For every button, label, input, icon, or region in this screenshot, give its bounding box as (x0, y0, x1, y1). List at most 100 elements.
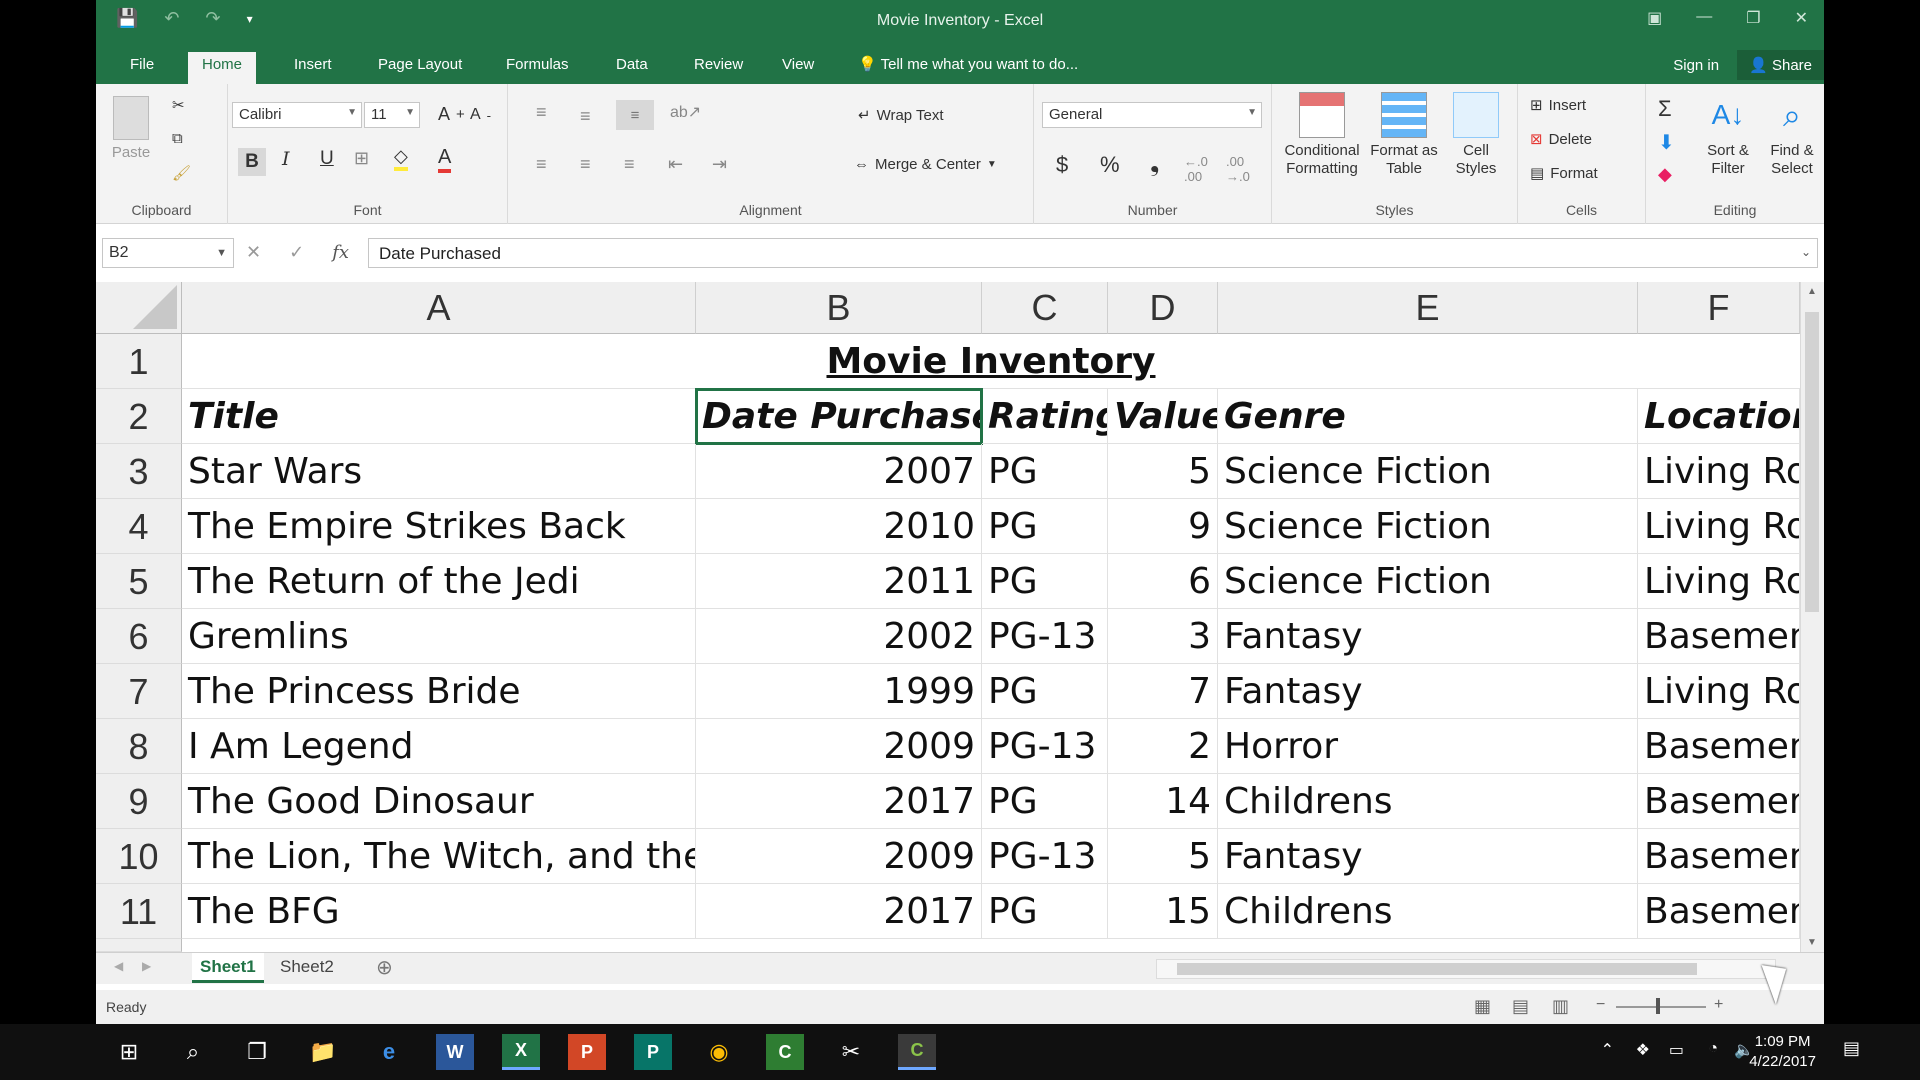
cell-location[interactable]: Living Ro (1638, 444, 1800, 499)
cell-genre[interactable]: Fantasy (1218, 609, 1638, 664)
column-header-e[interactable]: E (1218, 282, 1638, 334)
zoom-slider[interactable] (1616, 1006, 1706, 1008)
align-right-icon[interactable]: ≡ (624, 154, 635, 175)
powerpoint-icon[interactable]: P (568, 1034, 606, 1070)
row-header[interactable]: 6 (96, 609, 182, 664)
publisher-icon[interactable]: P (634, 1034, 672, 1070)
underline-button[interactable]: U (320, 148, 334, 170)
camtasia-recorder-icon[interactable]: C (898, 1034, 936, 1070)
tab-data[interactable]: Data (602, 52, 662, 84)
cell-title[interactable]: The Empire Strikes Back (182, 499, 696, 554)
header-cell-title[interactable]: Title (182, 389, 696, 444)
cell-genre[interactable]: Fantasy (1218, 829, 1638, 884)
cell-title[interactable]: Star Wars (182, 444, 696, 499)
format-cells-button[interactable]: ▤ Format (1530, 164, 1598, 183)
align-bottom-icon[interactable]: ≡ (616, 100, 654, 130)
header-cell-value[interactable]: Value (1108, 389, 1218, 444)
camtasia-icon[interactable]: C (766, 1034, 804, 1070)
minimize-button[interactable]: — (1696, 8, 1712, 28)
add-sheet-icon[interactable]: ⊕ (376, 955, 393, 980)
delete-cells-button[interactable]: ⊠ Delete (1530, 130, 1592, 149)
insert-cells-button[interactable]: ⊞ Insert (1530, 96, 1586, 115)
zoom-in-icon[interactable]: + (1714, 996, 1723, 1014)
horizontal-scroll-thumb[interactable] (1177, 963, 1697, 975)
cell-styles-button[interactable]: Cell Styles (1440, 92, 1512, 178)
column-header-c[interactable]: C (982, 282, 1108, 334)
format-as-table-button[interactable]: Format as Table (1366, 92, 1442, 178)
align-middle-icon[interactable]: ≡ (580, 106, 591, 127)
tab-review[interactable]: Review (680, 52, 757, 84)
row-header[interactable]: 11 (96, 884, 182, 939)
cell-title[interactable]: The Princess Bride (182, 664, 696, 719)
horizontal-scrollbar[interactable] (1156, 959, 1776, 979)
cell-date-purchased[interactable]: 2007 (696, 444, 982, 499)
wrap-text-button[interactable]: ↵ Wrap Text (858, 106, 944, 125)
cell-location[interactable]: Living Ro (1638, 499, 1800, 554)
percent-button[interactable]: % (1100, 152, 1120, 178)
increase-indent-icon[interactable]: ⇥ (712, 154, 727, 175)
column-header-d[interactable]: D (1108, 282, 1218, 334)
cell-date-purchased[interactable]: 2017 (696, 884, 982, 939)
cell-genre[interactable]: Fantasy (1218, 664, 1638, 719)
restore-button[interactable]: ❐ (1746, 8, 1760, 28)
bold-button[interactable]: B (238, 148, 266, 176)
header-cell-rating[interactable]: Rating (982, 389, 1108, 444)
paste-button[interactable]: Paste (106, 92, 156, 162)
sheet-tab-sheet2[interactable]: Sheet2 (272, 953, 342, 983)
cell-value[interactable]: 6 (1108, 554, 1218, 609)
header-cell-location[interactable]: Location (1638, 389, 1800, 444)
row-header[interactable]: 2 (96, 389, 182, 444)
system-clock[interactable]: 1:09 PM 4/22/2017 (1749, 1032, 1816, 1072)
row-header[interactable]: 9 (96, 774, 182, 829)
cell-title[interactable]: The Return of the Jedi (182, 554, 696, 609)
column-header-b[interactable]: B (696, 282, 982, 334)
scroll-down-icon[interactable]: ▼ (1807, 937, 1817, 948)
cell-rating[interactable]: PG (982, 499, 1108, 554)
enter-icon[interactable]: ✓ (289, 242, 304, 263)
sort-filter-button[interactable]: A↓ Sort & Filter (1696, 92, 1760, 178)
row-header[interactable]: 7 (96, 664, 182, 719)
orientation-icon[interactable]: ab↗ (670, 102, 701, 122)
tell-me-box[interactable]: 💡 Tell me what you want to do... (844, 52, 1092, 84)
italic-button[interactable]: I (282, 148, 290, 170)
decrease-font-icon[interactable]: A- (470, 106, 491, 124)
column-header-a[interactable]: A (182, 282, 696, 334)
cell-date-purchased[interactable]: 2002 (696, 609, 982, 664)
cell-genre[interactable]: Science Fiction (1218, 444, 1638, 499)
tab-view[interactable]: View (768, 52, 828, 84)
sign-in-link[interactable]: Sign in (1673, 57, 1719, 74)
cell-location[interactable]: Basemen (1638, 774, 1800, 829)
cut-icon[interactable]: ✂ (172, 96, 185, 114)
share-button[interactable]: 👤 Share (1737, 50, 1824, 80)
scroll-up-icon[interactable]: ▲ (1807, 286, 1817, 297)
cell-title[interactable]: The Good Dinosaur (182, 774, 696, 829)
tab-formulas[interactable]: Formulas (492, 52, 583, 84)
row-header[interactable]: 8 (96, 719, 182, 774)
align-center-icon[interactable]: ≡ (580, 154, 591, 175)
select-all-button[interactable] (96, 282, 182, 334)
align-left-icon[interactable]: ≡ (536, 154, 547, 175)
cell-genre[interactable]: Science Fiction (1218, 499, 1638, 554)
cell-rating[interactable]: PG-13 (982, 719, 1108, 774)
cell-location[interactable]: Living Ro (1638, 554, 1800, 609)
name-box[interactable]: B2 ▼ (102, 238, 234, 268)
excel-icon[interactable]: X (502, 1034, 540, 1070)
header-cell-date-purchased[interactable]: Date Purchased (695, 388, 983, 445)
borders-icon[interactable]: ⊞ (354, 148, 369, 169)
font-name-dropdown[interactable]: Calibri ▼ (232, 102, 362, 128)
battery-icon[interactable]: ▭ (1669, 1040, 1684, 1060)
cell-date-purchased[interactable]: 2011 (696, 554, 982, 609)
cell-title[interactable]: I Am Legend (182, 719, 696, 774)
cell-genre[interactable]: Childrens (1218, 774, 1638, 829)
decrease-indent-icon[interactable]: ⇤ (668, 154, 683, 175)
cell-rating[interactable]: PG (982, 554, 1108, 609)
row-header[interactable]: 1 (96, 334, 182, 389)
cell-value[interactable]: 3 (1108, 609, 1218, 664)
fill-icon[interactable]: ⬇ (1658, 130, 1675, 155)
copy-icon[interactable]: ⧉ (172, 130, 183, 147)
page-break-view-icon[interactable]: ▥ (1552, 996, 1569, 1017)
cell-date-purchased[interactable]: 2010 (696, 499, 982, 554)
show-hidden-icons[interactable]: ⌃ (1601, 1040, 1614, 1060)
conditional-formatting-button[interactable]: Conditional Formatting (1280, 92, 1364, 178)
cell-rating[interactable]: PG (982, 444, 1108, 499)
